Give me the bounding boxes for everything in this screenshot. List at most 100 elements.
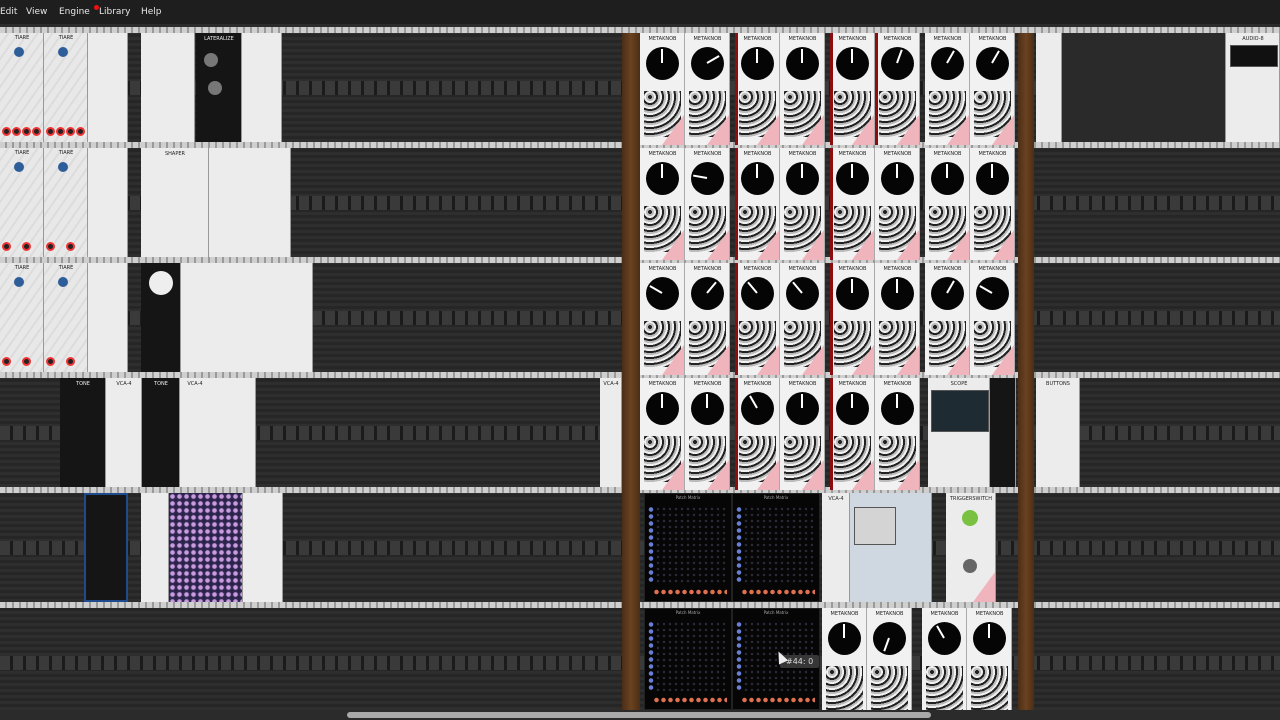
vca-module[interactable]: VCA-4: [822, 493, 850, 602]
metaknob-module[interactable]: METAKNOB: [735, 378, 780, 490]
knob-icon[interactable]: [976, 277, 1009, 310]
lateralize-module[interactable]: LATERALIZE: [196, 33, 242, 142]
cable-color-module[interactable]: [84, 493, 128, 602]
utility-module[interactable]: [88, 263, 128, 372]
jack-panel[interactable]: [826, 666, 863, 710]
metaknob-module[interactable]: METAKNOB: [640, 378, 685, 490]
tone-module[interactable]: TONE: [142, 378, 180, 487]
metaknob-module[interactable]: METAKNOB: [875, 33, 920, 145]
vector-mixer-module[interactable]: [850, 493, 932, 602]
output-jacks[interactable]: [653, 589, 727, 595]
utility-module[interactable]: [88, 33, 128, 142]
output-jacks[interactable]: [741, 589, 815, 595]
metaknob-module[interactable]: METAKNOB: [875, 263, 920, 375]
knob-icon[interactable]: [786, 277, 819, 310]
utility-module[interactable]: [88, 148, 128, 257]
knob-icon[interactable]: [836, 277, 869, 310]
xy-pad[interactable]: [854, 507, 896, 545]
knob-icon[interactable]: [741, 392, 774, 425]
metaknob-module[interactable]: METAKNOB: [685, 263, 730, 375]
utility-module[interactable]: [141, 493, 169, 602]
metaknob-module[interactable]: METAKNOB: [640, 263, 685, 375]
tiare-module[interactable]: TIARE: [44, 33, 88, 142]
metaknob-module[interactable]: METAKNOB: [780, 378, 825, 490]
jack-icon[interactable]: [66, 127, 75, 136]
utility-module[interactable]: [243, 493, 283, 602]
tiare-module[interactable]: TIARE: [0, 33, 44, 142]
metaknob-module[interactable]: METAKNOB: [925, 263, 970, 375]
knob-icon[interactable]: [14, 47, 24, 57]
output-jacks[interactable]: [741, 697, 815, 703]
jack-icon[interactable]: [66, 242, 75, 251]
shaper-module[interactable]: SHAPER: [141, 148, 209, 257]
knob-icon[interactable]: [208, 81, 222, 95]
knob-icon[interactable]: [691, 392, 724, 425]
metaknob-module[interactable]: METAKNOB: [922, 608, 967, 710]
buttons-module[interactable]: BUTTONS: [1036, 378, 1080, 487]
knob-icon[interactable]: [881, 47, 914, 80]
jack-icon[interactable]: [46, 127, 55, 136]
utility-module[interactable]: [209, 148, 291, 257]
menu-edit[interactable]: Edit: [0, 0, 19, 24]
mixer-module[interactable]: [181, 263, 313, 372]
knob-icon[interactable]: [691, 277, 724, 310]
knob-icon[interactable]: [828, 622, 861, 655]
dark-module[interactable]: [141, 263, 181, 372]
input-jacks[interactable]: [648, 621, 654, 691]
metaknob-module[interactable]: METAKNOB: [830, 263, 875, 375]
knob-icon[interactable]: [836, 392, 869, 425]
menu-help[interactable]: Help: [139, 0, 164, 24]
tone-module[interactable]: TONE: [60, 378, 106, 487]
patch-matrix-module[interactable]: Patch Matrix: [732, 493, 820, 602]
triggerswitch-module[interactable]: TRIGGERSWITCH: [946, 493, 996, 602]
knob-icon[interactable]: [58, 277, 68, 287]
knob-icon[interactable]: [786, 392, 819, 425]
knob-icon[interactable]: [928, 622, 961, 655]
vu-meter-module[interactable]: [990, 378, 1016, 487]
utility-module[interactable]: [141, 33, 195, 142]
knob-icon[interactable]: [646, 162, 679, 195]
matrix-module[interactable]: [169, 493, 243, 602]
knob-icon[interactable]: [149, 271, 173, 295]
jack-icon[interactable]: [32, 127, 41, 136]
horizontal-scrollbar[interactable]: [347, 712, 931, 718]
patch-matrix-module[interactable]: Patch Matrix: [644, 608, 732, 710]
jack-icon[interactable]: [56, 127, 65, 136]
mixer-module[interactable]: [1062, 33, 1226, 142]
input-jacks[interactable]: [648, 506, 654, 583]
metaknob-module[interactable]: METAKNOB: [967, 608, 1012, 710]
knob-icon[interactable]: [881, 392, 914, 425]
knob-icon[interactable]: [646, 47, 679, 80]
knob-icon[interactable]: [691, 162, 724, 195]
metaknob-module[interactable]: METAKNOB: [867, 608, 912, 710]
input-jacks[interactable]: [736, 506, 742, 583]
utility-module[interactable]: [1036, 33, 1062, 142]
knob-icon[interactable]: [963, 559, 977, 573]
tiare-module[interactable]: TIARE: [0, 263, 44, 372]
metaknob-module[interactable]: METAKNOB: [780, 263, 825, 375]
knob-icon[interactable]: [646, 277, 679, 310]
scope-module[interactable]: SCOPE: [928, 378, 990, 487]
knob-icon[interactable]: [836, 162, 869, 195]
knob-icon[interactable]: [786, 47, 819, 80]
knob-icon[interactable]: [58, 47, 68, 57]
knob-icon[interactable]: [873, 622, 906, 655]
jack-icon[interactable]: [2, 357, 11, 366]
jack-panel[interactable]: [926, 666, 963, 710]
knob-icon[interactable]: [973, 622, 1006, 655]
knob-icon[interactable]: [741, 162, 774, 195]
knob-icon[interactable]: [931, 47, 964, 80]
jack-icon[interactable]: [22, 242, 31, 251]
jack-icon[interactable]: [46, 242, 55, 251]
knob-icon[interactable]: [741, 47, 774, 80]
knob-icon[interactable]: [691, 47, 724, 80]
metaknob-module[interactable]: METAKNOB: [830, 378, 875, 490]
jack-icon[interactable]: [46, 357, 55, 366]
knob-icon[interactable]: [881, 162, 914, 195]
knob-icon[interactable]: [741, 277, 774, 310]
output-jacks[interactable]: [653, 697, 727, 703]
metaknob-module[interactable]: METAKNOB: [875, 148, 920, 260]
audio-module[interactable]: AUDIO-8: [1226, 33, 1280, 142]
tiare-module[interactable]: TIARE: [44, 148, 88, 257]
knob-icon[interactable]: [976, 47, 1009, 80]
